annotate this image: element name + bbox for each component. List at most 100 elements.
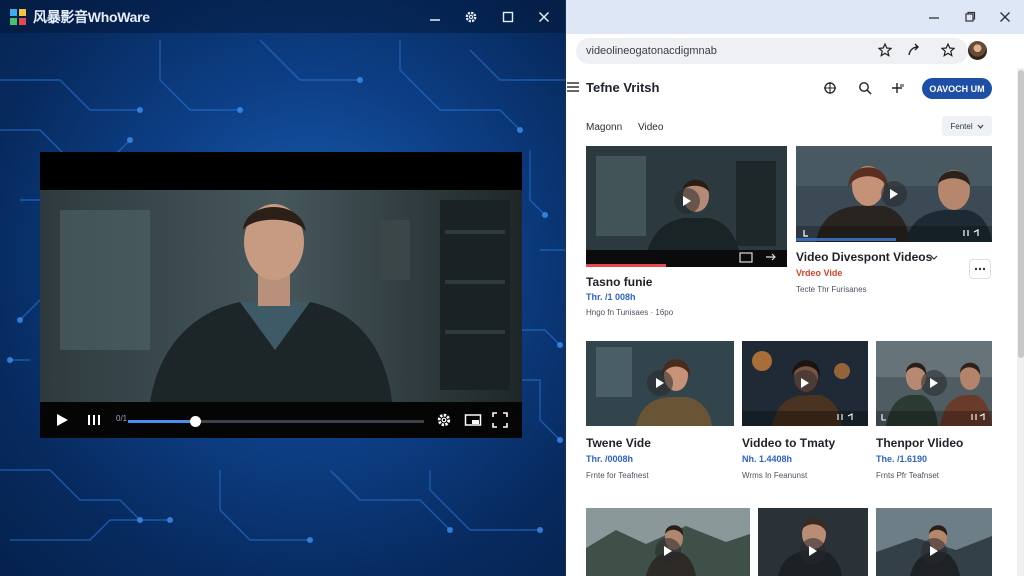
picture-in-picture-icon [464,414,482,426]
video-meta: Frnts Pfr Teafnset [876,471,939,480]
more-icon [974,267,986,271]
browser-close-button[interactable] [993,6,1017,28]
video-views: The. /1.6190 [876,454,928,464]
close-button[interactable] [532,6,556,28]
play-icon [930,378,938,388]
filter-row: Magonn Video Fentel [566,112,1024,140]
scrollbar-thumb[interactable] [1018,70,1024,358]
bookmark-star-button[interactable] [874,39,896,61]
picture-in-picture-button[interactable] [464,412,482,428]
play-icon [809,546,817,556]
video-title[interactable]: Video Divespont Videos [796,250,932,264]
app-logo-icon [10,8,26,25]
video-title[interactable]: Tasno funie [586,275,652,289]
play-button[interactable] [54,412,70,428]
video-title-row: Video Divespont Videos [796,250,946,266]
play-icon [664,546,672,556]
vertical-scrollbar[interactable] [1017,68,1024,576]
address-text: videolineogatonacdigmnab [586,45,717,57]
video-thumbnail[interactable] [796,146,992,242]
pause-icon [88,415,100,425]
settings-button[interactable] [459,6,483,28]
sort-dropdown[interactable]: Fentel [942,116,992,136]
video-title[interactable]: Viddeo to Tmaty [742,436,835,450]
close-icon [1000,12,1010,22]
play-icon [801,378,809,388]
video-thumbnail[interactable] [876,508,992,576]
gear-icon [437,413,451,427]
browser-toolbar: videolineogatonacdigmnab [566,34,1024,68]
more-options-button[interactable] [969,259,991,279]
site-header: Tefne Vritsh OAVOCH UM [566,68,1024,110]
media-player-window: 风暴影音WhoWare 0/1 [0,0,565,576]
cast-icon [824,82,836,94]
play-overlay-button[interactable] [674,188,700,214]
player-titlebar[interactable]: 风暴影音WhoWare [0,0,565,33]
fullscreen-button[interactable] [492,412,508,428]
play-overlay-button[interactable] [921,538,947,564]
seek-handle[interactable] [189,416,201,427]
video-scene-image [40,190,522,402]
menu-icon[interactable] [566,80,582,96]
video-frame[interactable]: 0/1 [40,152,522,438]
time-label: 0/1 [116,414,128,423]
fullscreen-icon [492,412,508,428]
video-views: Thr. /0008h [586,454,634,464]
search-icon [859,82,872,95]
app-title: 风暴影音WhoWare [33,8,150,25]
play-overlay-button[interactable] [647,370,673,396]
video-thumbnail[interactable] [876,341,992,426]
play-icon [656,378,664,388]
share-button[interactable] [903,39,925,61]
filter-tab-video[interactable]: Video [638,122,663,133]
favorites-button[interactable] [937,39,959,61]
minimize-icon [929,17,939,19]
minimize-icon [430,19,440,21]
play-overlay-button[interactable] [800,538,826,564]
video-title[interactable]: Thenpor Vlideo [876,436,963,450]
site-title: Tefne Vritsh [586,80,660,95]
video-thumbnail[interactable] [742,341,868,426]
filter-tab-magonn[interactable]: Magonn [586,122,622,133]
chevron-down-icon [977,124,984,129]
seek-progress [128,420,195,423]
maximize-icon [502,11,514,23]
play-overlay-button[interactable] [921,370,947,396]
browser-minimize-button[interactable] [922,6,946,28]
profile-avatar[interactable] [968,41,987,60]
video-thumbnail[interactable] [586,508,750,576]
gear-icon [465,11,477,23]
video-title[interactable]: Twene Vide [586,436,651,450]
play-overlay-button[interactable] [881,181,907,207]
pause-button[interactable] [86,412,102,428]
video-thumbnail[interactable] [586,146,787,267]
chevron-down-icon[interactable] [930,255,938,261]
browser-restore-button[interactable] [958,6,982,28]
star-icon [878,43,892,57]
browser-titlebar[interactable] [566,0,1024,34]
search-button[interactable] [854,77,876,99]
seek-bar[interactable] [128,416,424,427]
play-overlay-button[interactable] [792,370,818,396]
video-thumbnail[interactable] [586,341,734,426]
video-meta: Wrms In Feanunst [742,471,808,480]
video-views: Thr. /1 008h [586,292,636,302]
play-overlay-button[interactable] [655,538,681,564]
play-icon [57,414,68,426]
video-meta: Frnte for Teafnest [586,471,649,480]
create-button[interactable] [886,77,908,99]
cast-button[interactable] [819,77,841,99]
upload-button[interactable]: OAVOCH UM [922,78,992,99]
maximize-button[interactable] [496,6,520,28]
add-icon [892,83,904,93]
settings-gear-button[interactable] [436,412,452,428]
sort-label: Fentel [950,121,973,131]
video-controls-bar: 0/1 [40,402,522,438]
video-thumbnail[interactable] [758,508,868,576]
close-icon [538,11,550,23]
minimize-button[interactable] [423,6,447,28]
video-meta: Hngo fn Tunisaes · 16po [586,308,674,317]
restore-icon [965,11,976,22]
play-icon [890,189,898,199]
video-views: Nh. 1.4408h [742,454,793,464]
